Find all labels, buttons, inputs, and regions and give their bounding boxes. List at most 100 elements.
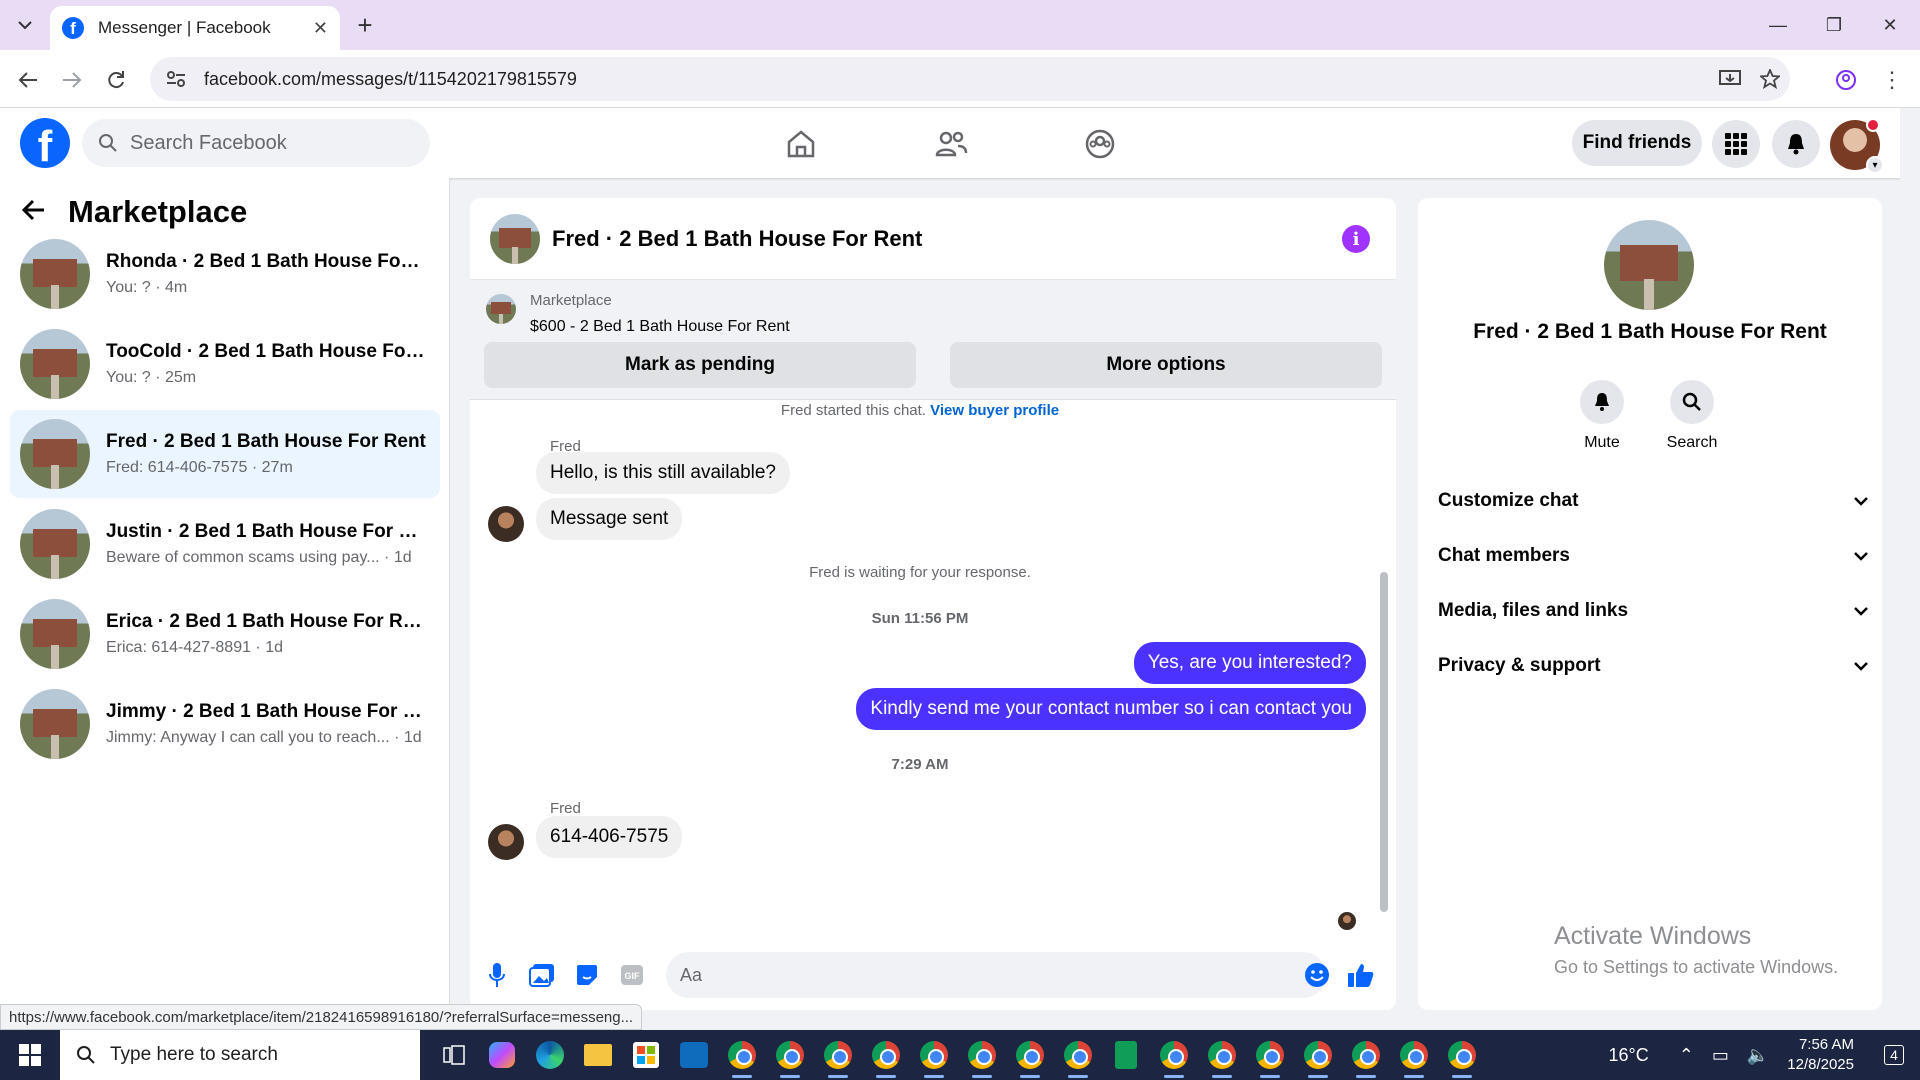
page-scrollbar[interactable]	[1900, 108, 1920, 1030]
forward-button[interactable]	[56, 64, 88, 96]
info-icon[interactable]: i	[1342, 225, 1370, 253]
weather-temperature[interactable]: 16°C	[1609, 1045, 1649, 1066]
chrome-icon[interactable]	[1150, 1030, 1198, 1080]
chat-members-row[interactable]: Chat members	[1438, 531, 1868, 581]
back-arrow-icon[interactable]	[21, 195, 46, 229]
groups-nav-icon[interactable]	[1078, 122, 1122, 166]
profile-icon[interactable]	[1830, 64, 1862, 96]
media-files-links-row[interactable]: Media, files and links	[1438, 586, 1868, 636]
chrome-icon[interactable]	[958, 1030, 1006, 1080]
restore-button[interactable]: ❐	[1806, 8, 1862, 42]
notifications-bell-icon[interactable]	[1772, 120, 1820, 168]
account-avatar[interactable]: ▾	[1830, 118, 1884, 174]
chrome-icon[interactable]	[1006, 1030, 1054, 1080]
new-tab-button[interactable]: +	[350, 10, 380, 40]
tray-overflow-icon[interactable]: ⌃	[1679, 1045, 1694, 1066]
chrome-icon[interactable]	[718, 1030, 766, 1080]
task-view-icon[interactable]	[430, 1030, 478, 1080]
browser-tab[interactable]: f Messenger | Facebook ✕	[50, 6, 340, 50]
sheets-icon[interactable]	[1102, 1030, 1150, 1080]
waiting-notice: Fred is waiting for your response.	[809, 564, 1031, 581]
chrome-icon[interactable]	[862, 1030, 910, 1080]
chrome-icon[interactable]	[910, 1030, 958, 1080]
scrollbar-thumb[interactable]	[1380, 572, 1388, 912]
friends-nav-icon[interactable]	[929, 122, 973, 166]
chat-title[interactable]: Fred · 2 Bed 1 Bath House For Rent	[552, 226, 922, 252]
conversation-item[interactable]: Justin · 2 Bed 1 Bath House For Rent Bewa…	[10, 500, 440, 588]
conversation-item[interactable]: Erica · 2 Bed 1 Bath House For Rent Erica…	[10, 590, 440, 678]
conversation-item-active[interactable]: Fred · 2 Bed 1 Bath House For Rent Fred: …	[10, 410, 440, 498]
mute-action[interactable]: Mute	[1567, 380, 1637, 452]
chevron-down-icon	[1854, 662, 1868, 671]
notification-center-icon[interactable]: 4	[1874, 1035, 1914, 1075]
facebook-logo-icon[interactable]: f	[20, 118, 70, 168]
home-nav-icon[interactable]	[779, 122, 823, 166]
emoji-icon[interactable]	[1302, 960, 1332, 990]
section-label: Customize chat	[1438, 490, 1579, 511]
chrome-icon[interactable]	[1342, 1030, 1390, 1080]
conversation-item[interactable]: TooCold · 2 Bed 1 Bath House For ... You:…	[10, 320, 440, 408]
copilot-icon[interactable]	[478, 1030, 526, 1080]
outlook-icon[interactable]	[670, 1030, 718, 1080]
like-thumbs-up-icon[interactable]	[1346, 960, 1376, 990]
site-info-icon[interactable]	[158, 70, 194, 88]
install-app-icon[interactable]	[1710, 69, 1750, 89]
conversation-preview: You: ? · 4m	[106, 279, 188, 296]
battery-icon[interactable]: ▭	[1712, 1045, 1729, 1066]
taskbar-search-box[interactable]: Type here to search	[60, 1030, 420, 1080]
sticker-icon[interactable]	[572, 960, 602, 990]
clock[interactable]: 7:56 AM 12/8/2025	[1787, 1035, 1854, 1076]
search-action[interactable]: Search	[1657, 380, 1727, 452]
conversation-name: Rhonda · 2 Bed 1 Bath House For R...	[106, 251, 426, 272]
back-button[interactable]	[12, 64, 44, 96]
chrome-icon[interactable]	[1198, 1030, 1246, 1080]
address-bar[interactable]: facebook.com/messages/t/1154202179815579	[150, 57, 1790, 101]
find-friends-button[interactable]: Find friends	[1572, 120, 1702, 166]
facebook-search-box[interactable]: Search Facebook	[82, 119, 430, 167]
section-label: Privacy & support	[1438, 655, 1601, 676]
conversation-item[interactable]: Jimmy · 2 Bed 1 Bath House For Re... Jimm…	[10, 680, 440, 768]
edge-icon[interactable]	[526, 1030, 574, 1080]
file-explorer-icon[interactable]	[574, 1030, 622, 1080]
reload-button[interactable]	[100, 64, 132, 96]
chrome-icon[interactable]	[1390, 1030, 1438, 1080]
conversation-preview: Jimmy: Anyway I can call you to reach...…	[106, 729, 422, 746]
chrome-icon[interactable]	[766, 1030, 814, 1080]
chrome-icon[interactable]	[814, 1030, 862, 1080]
mark-as-pending-button[interactable]: Mark as pending	[484, 342, 916, 388]
timestamp: 7:29 AM	[891, 756, 949, 773]
chrome-icon[interactable]	[1054, 1030, 1102, 1080]
conversation-preview: Beware of common scams using pay... · 1d	[106, 549, 412, 566]
browser-menu-icon[interactable]: ⋮	[1876, 64, 1908, 96]
listing-thumbnail[interactable]	[486, 294, 516, 324]
view-buyer-profile-link[interactable]: View buyer profile	[930, 402, 1059, 419]
gif-icon[interactable]: GIF	[617, 960, 647, 990]
minimize-button[interactable]: —	[1750, 8, 1806, 42]
menu-grid-icon[interactable]	[1712, 120, 1760, 168]
close-tab-icon[interactable]: ✕	[313, 18, 328, 39]
more-options-button[interactable]: More options	[950, 342, 1382, 388]
listing-price[interactable]: $600 - 2 Bed 1 Bath House For Rent	[530, 318, 790, 336]
volume-icon[interactable]: 🔈	[1747, 1045, 1769, 1066]
customize-chat-row[interactable]: Customize chat	[1438, 476, 1868, 526]
tab-search-button[interactable]	[10, 10, 40, 40]
chrome-icon[interactable]	[1294, 1030, 1342, 1080]
sender-avatar[interactable]	[488, 506, 524, 542]
chat-scrollbar[interactable]	[1378, 400, 1390, 940]
windows-start-icon[interactable]	[0, 1030, 60, 1080]
bookmark-star-icon[interactable]	[1750, 69, 1790, 89]
store-icon[interactable]	[622, 1030, 670, 1080]
message-input[interactable]	[666, 952, 1326, 998]
listing-photo[interactable]	[1604, 220, 1694, 310]
privacy-support-row[interactable]: Privacy & support	[1438, 641, 1868, 691]
chevron-down-icon: ▾	[1866, 156, 1884, 174]
chrome-icon[interactable]	[1246, 1030, 1294, 1080]
close-window-button[interactable]: ✕	[1862, 8, 1918, 42]
chat-listing-thumbnail[interactable]	[490, 213, 540, 264]
conversation-item[interactable]: Rhonda · 2 Bed 1 Bath House For R... You:…	[10, 230, 440, 318]
sender-avatar[interactable]	[488, 824, 524, 860]
microphone-icon[interactable]	[482, 960, 512, 990]
photo-icon[interactable]	[527, 960, 557, 990]
conversation-name: Erica · 2 Bed 1 Bath House For Rent	[106, 611, 426, 632]
chrome-icon[interactable]	[1438, 1030, 1486, 1080]
